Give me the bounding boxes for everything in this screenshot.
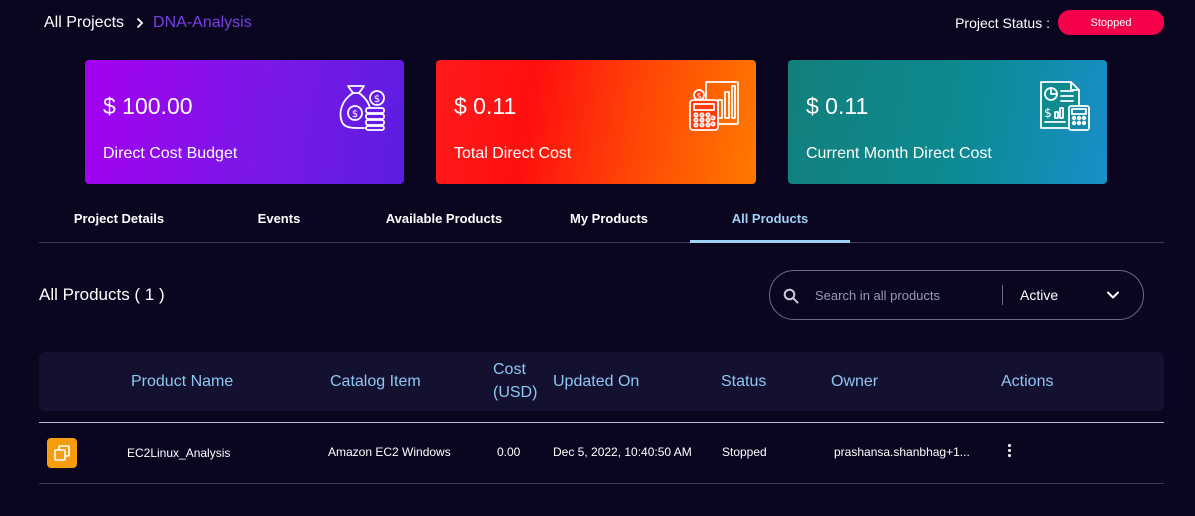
- kebab-dot: [1007, 448, 1011, 452]
- search-filter-box: Active: [769, 270, 1144, 320]
- cell-catalog-item: Amazon EC2 Windows: [328, 445, 451, 459]
- column-header-catalog-item[interactable]: Catalog Item: [330, 370, 421, 393]
- breadcrumb-current-project: DNA-Analysis: [153, 14, 252, 31]
- money-bag-coins-icon: $ $: [339, 85, 385, 131]
- column-header-cost-line-2: (USD): [493, 384, 538, 401]
- current-month-direct-cost-card: $ 0.11 Current Month Direct Cost $: [788, 60, 1107, 184]
- card-label: Current Month Direct Cost: [806, 145, 992, 162]
- status-filter-value: Active: [1020, 287, 1059, 303]
- tab-all-products[interactable]: All Products: [690, 205, 850, 243]
- ec2-instance-icon: [47, 438, 77, 468]
- project-status: Project Status : Stopped: [955, 10, 1164, 35]
- column-header-updated-on[interactable]: Updated On: [553, 370, 639, 393]
- cell-cost: 0.00: [497, 445, 521, 459]
- svg-text:$: $: [352, 109, 358, 120]
- search-icon: [783, 288, 799, 304]
- total-direct-cost-card: $ 0.11 Total Direct Cost $: [436, 60, 756, 184]
- chevron-right-icon: [136, 17, 144, 29]
- table-header: Product Name Catalog Item Cost (USD) Upd…: [39, 352, 1164, 411]
- direct-cost-budget-card: $ 100.00 Direct Cost Budget $ $: [85, 60, 404, 184]
- cell-owner: prashansa.shanbhag+1...: [834, 445, 970, 459]
- tab-events[interactable]: Events: [199, 205, 359, 243]
- breadcrumb: All Projects DNA-Analysis: [44, 12, 252, 34]
- report-calculator-icon: $: [1040, 81, 1090, 131]
- breadcrumb-all-projects[interactable]: All Projects: [44, 14, 124, 32]
- card-label: Direct Cost Budget: [103, 145, 238, 162]
- column-header-cost[interactable]: Cost (USD): [493, 358, 537, 404]
- section-title: All Products ( 1 ): [39, 285, 165, 304]
- kebab-dot: [1007, 453, 1011, 457]
- card-amount: $ 0.11: [454, 93, 517, 119]
- search-input[interactable]: [815, 285, 995, 305]
- column-header-actions: Actions: [1001, 373, 1054, 390]
- cell-updated-on: Dec 5, 2022, 10:40:50 AM: [553, 445, 692, 459]
- card-label: Total Direct Cost: [454, 145, 572, 162]
- table-row[interactable]: EC2Linux_Analysis Amazon EC2 Windows 0.0…: [39, 423, 1164, 484]
- column-header-cost-line-1: Cost: [493, 361, 526, 378]
- card-amount: $ 0.11: [806, 93, 869, 119]
- svg-text:$: $: [1044, 106, 1052, 120]
- kebab-dot: [1007, 443, 1011, 447]
- tab-available-products[interactable]: Available Products: [364, 205, 524, 243]
- column-header-status[interactable]: Status: [721, 370, 766, 393]
- cell-product-name[interactable]: EC2Linux_Analysis: [127, 446, 230, 460]
- project-status-label: Project Status :: [955, 14, 1050, 31]
- chevron-down-icon: [1107, 291, 1119, 299]
- tab-project-details[interactable]: Project Details: [39, 205, 199, 243]
- more-vertical-icon[interactable]: [999, 440, 1019, 460]
- tab-bar: Project Details Events Available Product…: [39, 205, 1164, 243]
- cell-status: Stopped: [722, 445, 767, 459]
- svg-text:$: $: [696, 92, 701, 101]
- status-badge: Stopped: [1058, 10, 1164, 35]
- card-amount: $ 100.00: [103, 93, 193, 119]
- svg-text:$: $: [374, 94, 380, 105]
- calculator-chart-icon: $: [689, 81, 739, 131]
- column-header-owner[interactable]: Owner: [831, 370, 878, 393]
- column-header-product-name[interactable]: Product Name: [131, 370, 233, 393]
- search-divider: [1002, 285, 1003, 305]
- tab-my-products[interactable]: My Products: [529, 205, 689, 243]
- status-filter-select[interactable]: Active: [1020, 271, 1144, 319]
